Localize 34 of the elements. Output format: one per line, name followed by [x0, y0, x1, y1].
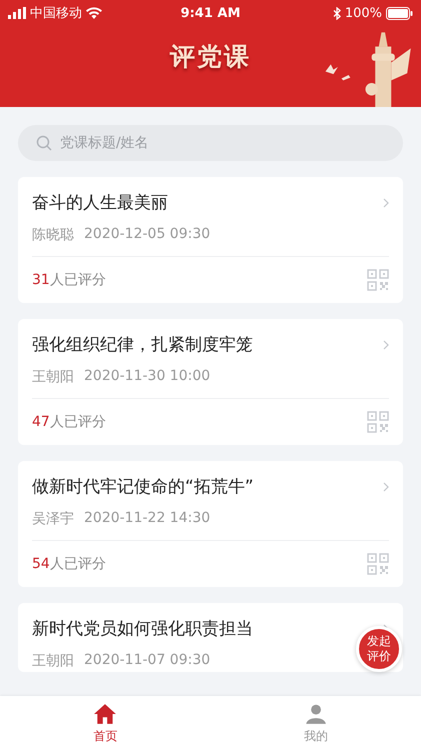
- lesson-card[interactable]: 强化组织纪律，扎紧制度牢笼 王朝阳 2020-11-30 10:00 47人已评分: [18, 319, 403, 445]
- qr-code-icon[interactable]: [367, 269, 389, 291]
- lesson-title: 奋斗的人生最美丽: [32, 192, 168, 214]
- lesson-author: 王朝阳: [32, 652, 74, 670]
- lesson-card[interactable]: 奋斗的人生最美丽 陈晓聪 2020-12-05 09:30 31人已评分: [18, 177, 403, 303]
- lesson-author: 王朝阳: [32, 368, 74, 386]
- search-field[interactable]: 党课标题/姓名: [18, 125, 403, 161]
- status-time: 9:41 AM: [180, 6, 240, 20]
- lesson-title: 强化组织纪律，扎紧制度牢笼: [32, 334, 253, 356]
- battery-icon: [386, 6, 413, 20]
- home-icon: [93, 702, 118, 726]
- lesson-author: 吴泽宇: [32, 510, 74, 528]
- lesson-datetime: 2020-12-05 09:30: [84, 226, 210, 244]
- lesson-datetime: 2020-11-22 14:30: [84, 510, 210, 528]
- qr-code-icon[interactable]: [367, 411, 389, 433]
- bluetooth-icon: [332, 6, 341, 20]
- lesson-title: 做新时代牢记使命的“拓荒牛”: [32, 476, 254, 498]
- rating-count: 31人已评分: [32, 271, 106, 289]
- rating-count: 54人已评分: [32, 555, 106, 573]
- wifi-icon: [86, 7, 102, 19]
- qr-code-icon[interactable]: [367, 553, 389, 575]
- lesson-datetime: 2020-11-30 10:00: [84, 368, 210, 386]
- lesson-title: 新时代党员如何强化职责担当: [32, 618, 253, 640]
- lesson-author: 陈晓聪: [32, 226, 74, 244]
- tab-label: 首页: [93, 728, 118, 744]
- lesson-card[interactable]: 做新时代牢记使命的“拓荒牛” 吴泽宇 2020-11-22 14:30 54人已评分: [18, 461, 403, 587]
- tab-label: 我的: [304, 728, 328, 744]
- battery-percent: 100%: [344, 6, 382, 20]
- lesson-datetime: 2020-11-07 09:30: [84, 652, 210, 670]
- rating-count: 47人已评分: [32, 413, 106, 431]
- carrier-name: 中国移动: [30, 5, 82, 22]
- tab-item[interactable]: 首页: [0, 696, 210, 750]
- page-title: 评党课: [170, 41, 251, 73]
- signal-icon: [8, 7, 26, 19]
